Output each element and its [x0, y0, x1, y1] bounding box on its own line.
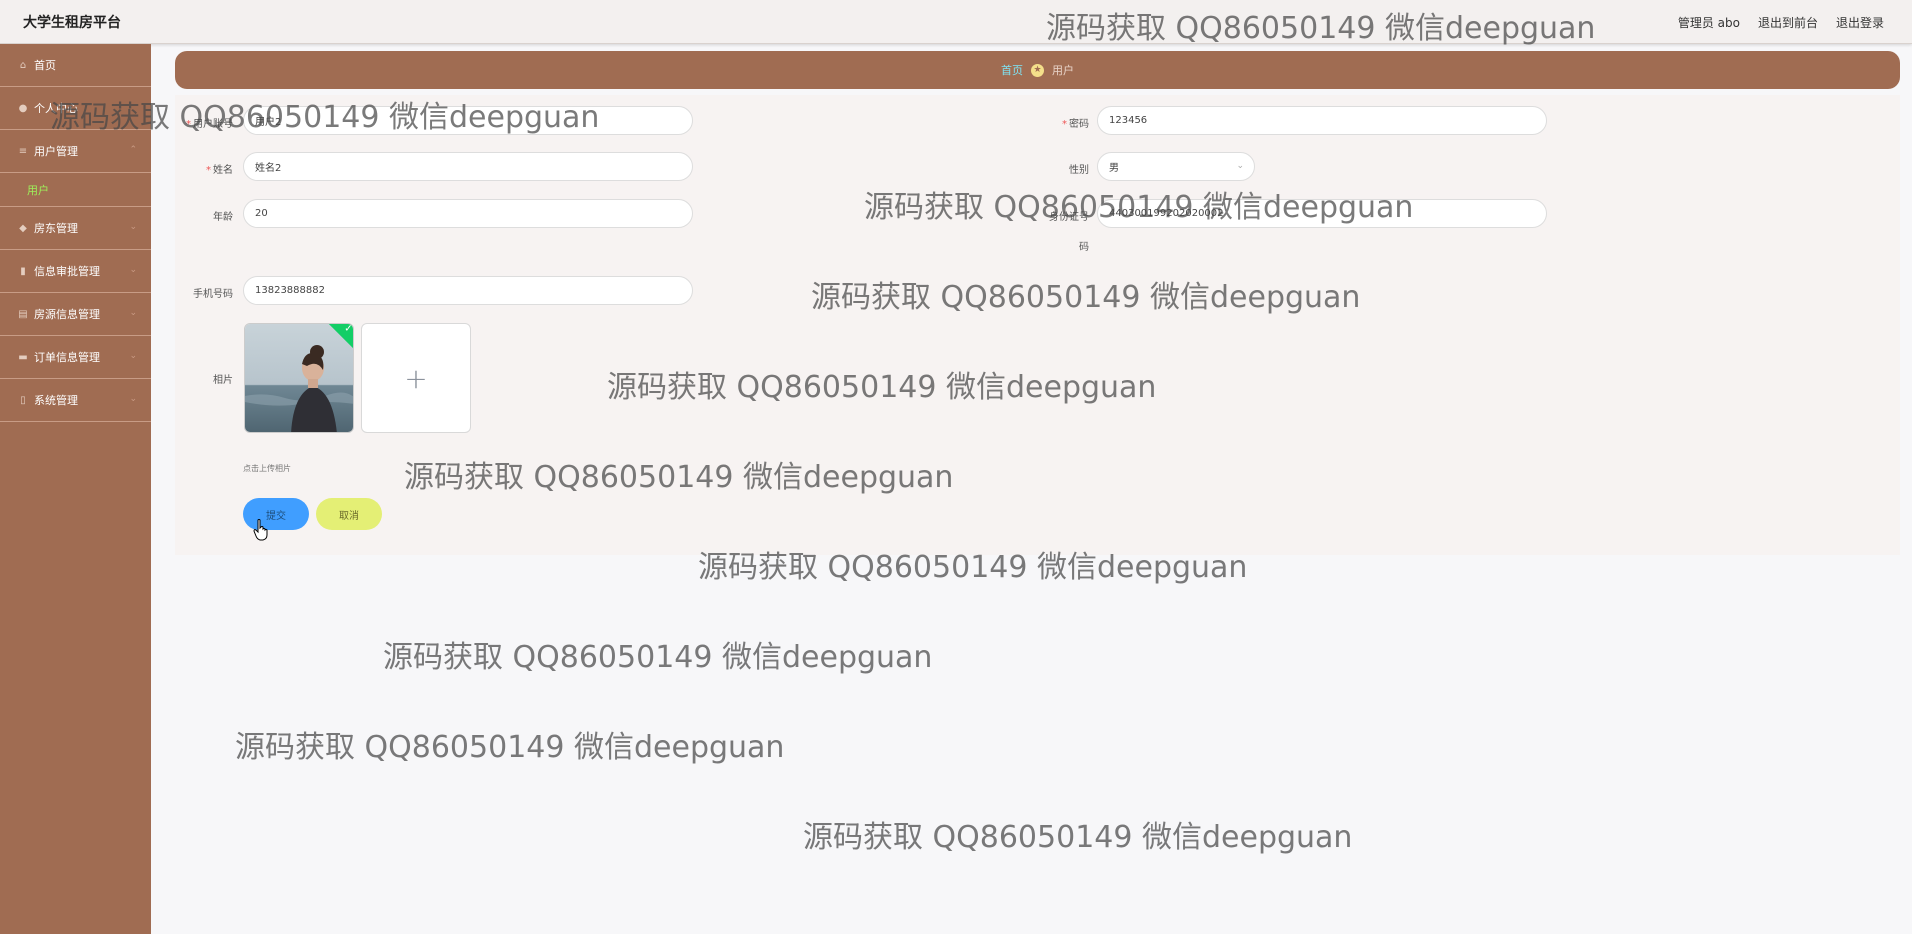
chevron-down-icon: ⌄ [129, 308, 137, 318]
phone-label: 手机号码 [193, 289, 233, 300]
sidebar: ⌂ 首页 ● 个人中心 ≡ 用户管理 ⌃ 用户 ◆ 房东管理 ⌄ ▮ 信息审批管… [0, 44, 151, 934]
shield-icon: ◆ [19, 222, 27, 234]
uploaded-photo[interactable]: ✓ [244, 323, 354, 433]
name-label: * 姓名 [206, 165, 233, 176]
photo-upload-button[interactable]: + [361, 323, 471, 433]
password-field[interactable]: 123456 [1097, 106, 1547, 135]
sidebar-item-label: 用户 [27, 183, 49, 197]
name-field[interactable]: 姓名2 [243, 152, 693, 181]
sidebar-item-home[interactable]: ⌂ 首页 [0, 44, 151, 87]
star-icon: ★ [1031, 63, 1044, 77]
chart-icon: ▮ [20, 265, 26, 277]
account-field[interactable]: 用户2 [243, 106, 693, 135]
admin-user-label: 管理员 abo [1677, 16, 1740, 30]
sidebar-item-label: 用户管理 [34, 145, 78, 158]
chevron-down-icon: ⌄ [1236, 161, 1244, 171]
photo-image [245, 324, 353, 432]
sidebar-item-system-management[interactable]: ▯ 系统管理 ⌄ [0, 379, 151, 422]
breadcrumb-home-link[interactable]: 首页 [1001, 62, 1023, 78]
hand-cursor-icon [253, 519, 268, 541]
idcard-label: 身份证号 [1049, 212, 1089, 223]
phone-field[interactable]: 13823888882 [243, 276, 693, 305]
upload-tip: 点击上传相片 [243, 464, 291, 473]
chevron-up-icon: ⌃ [129, 145, 137, 155]
sidebar-item-label: 订单信息管理 [34, 351, 100, 364]
sidebar-subitem-users[interactable]: 用户 [0, 173, 151, 207]
back-to-front-link[interactable]: 退出到前台 [1758, 14, 1818, 31]
sidebar-item-user-management[interactable]: ≡ 用户管理 ⌃ [0, 130, 151, 173]
sidebar-item-label: 系统管理 [34, 394, 78, 407]
user-icon: ● [18, 102, 28, 114]
watermark-text: 源码获取 QQ86050149 微信deepguan [803, 820, 1353, 855]
chevron-down-icon: ⌄ [129, 265, 137, 275]
plus-icon: + [404, 361, 428, 395]
account-label: * 用户账号 [186, 119, 233, 130]
sidebar-item-listing-management[interactable]: ▤ 房源信息管理 ⌄ [0, 293, 151, 336]
chevron-down-icon: ⌄ [129, 222, 137, 232]
idcard-label-wrap: 码 [1079, 242, 1089, 253]
watermark-text: 源码获取 QQ86050149 微信deepguan [235, 730, 785, 765]
sidebar-item-landlord-management[interactable]: ◆ 房东管理 ⌄ [0, 207, 151, 250]
breadcrumb-current: 用户 [1052, 64, 1074, 77]
photo-label: 相片 [213, 375, 233, 386]
sidebar-item-approval-management[interactable]: ▮ 信息审批管理 ⌄ [0, 250, 151, 293]
sidebar-item-label: 房东管理 [34, 222, 78, 235]
chevron-down-icon: ⌄ [129, 394, 137, 404]
sidebar-item-profile[interactable]: ● 个人中心 [0, 87, 151, 130]
age-field[interactable]: 20 [243, 199, 693, 228]
sidebar-item-label: 个人中心 [34, 102, 78, 115]
password-label: * 密码 [1062, 119, 1089, 130]
age-label: 年龄 [213, 212, 233, 223]
app-title: 大学生租房平台 [23, 15, 121, 31]
doc-icon: ▤ [18, 308, 28, 320]
settings-icon: ▯ [20, 394, 26, 406]
gender-select-value: 男 [1109, 163, 1119, 174]
top-links: 管理员 abo 退出到前台 退出登录 [1678, 14, 1884, 31]
sidebar-item-label: 信息审批管理 [34, 265, 100, 278]
top-bar: 大学生租房平台 管理员 abo 退出到前台 退出登录 [0, 0, 1912, 44]
gender-label: 性别 [1069, 165, 1089, 176]
order-icon: ▬ [18, 351, 28, 363]
sidebar-item-order-management[interactable]: ▬ 订单信息管理 ⌄ [0, 336, 151, 379]
chevron-down-icon: ⌄ [129, 351, 137, 361]
sidebar-item-label: 房源信息管理 [34, 308, 100, 321]
logout-link[interactable]: 退出登录 [1836, 14, 1884, 31]
gender-select[interactable]: 男 ⌄ [1097, 152, 1255, 181]
check-icon: ✓ [344, 323, 353, 335]
home-icon: ⌂ [19, 59, 27, 71]
watermark-text: 源码获取 QQ86050149 微信deepguan [383, 640, 933, 675]
list-icon: ≡ [18, 145, 28, 157]
cancel-button[interactable]: 取消 [316, 498, 382, 530]
sidebar-item-label: 首页 [34, 59, 56, 72]
idcard-field[interactable]: 440300199202020002 [1097, 199, 1547, 228]
breadcrumb: 首页 ★ 用户 [175, 51, 1900, 89]
